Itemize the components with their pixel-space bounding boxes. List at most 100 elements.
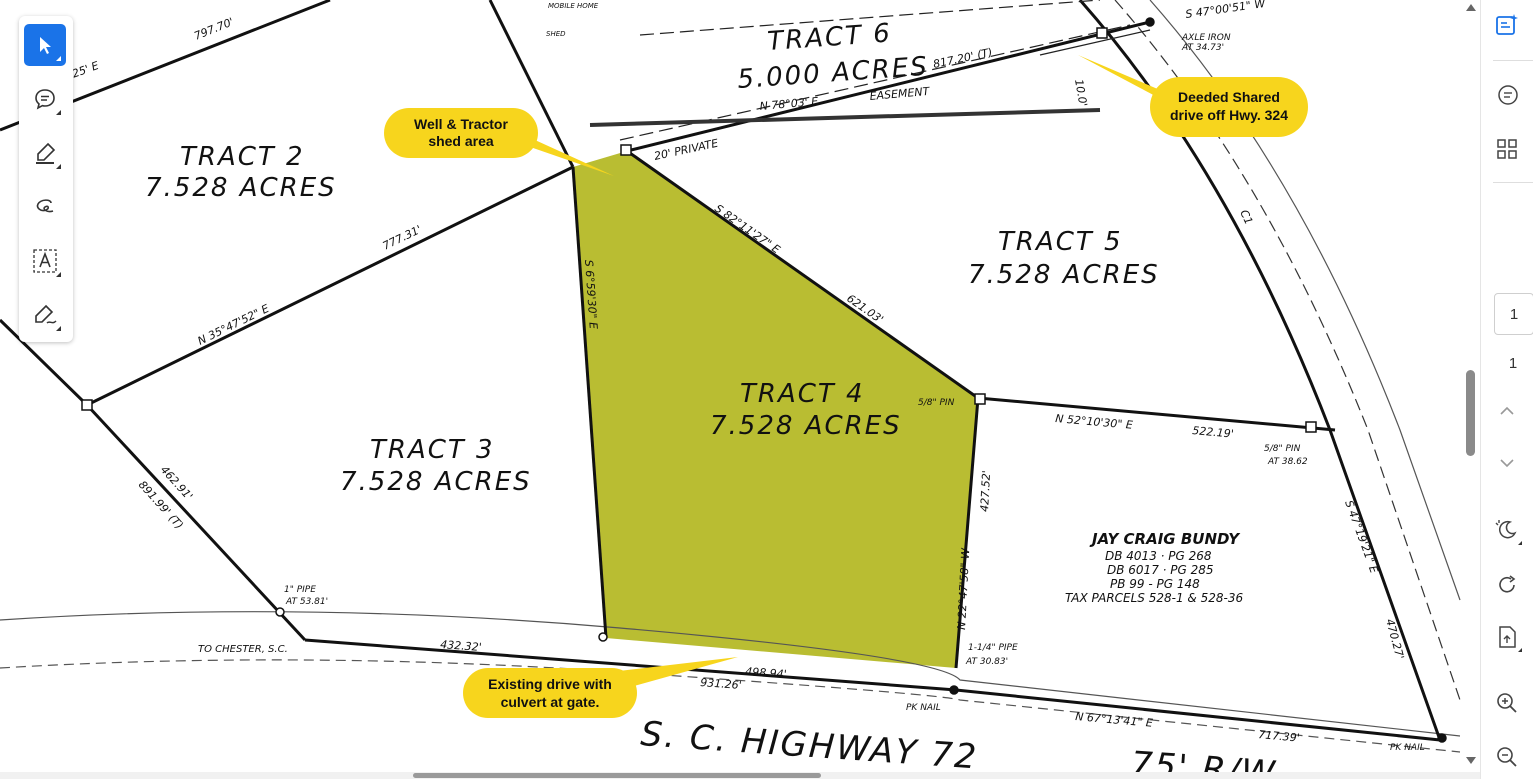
tract-4-acres: 7.528 ACRES [710, 411, 902, 441]
svg-text:AT 34.73': AT 34.73' [1181, 43, 1224, 53]
ai-assistant-icon [1496, 14, 1518, 35]
tool-submenu-indicator-icon [56, 326, 61, 331]
vertical-scroll-thumb[interactable] [1466, 370, 1475, 456]
text-box-icon [33, 249, 57, 273]
comments-panel-button[interactable] [1492, 80, 1522, 110]
survey-plat: TRACT 2 7.528 ACRES TRACT 3 7.528 ACRES … [0, 0, 1461, 772]
svg-text:1-1/4" PIPE: 1-1/4" PIPE [968, 643, 1018, 653]
svg-text:427.52': 427.52' [978, 470, 993, 512]
tool-submenu-indicator-icon [56, 164, 61, 169]
panel-divider [1493, 182, 1533, 183]
chevron-down-icon [1500, 459, 1514, 468]
comment-tool-button[interactable] [24, 78, 66, 120]
svg-text:SHED: SHED [546, 30, 566, 38]
comments-list-icon [1498, 85, 1518, 105]
cursor-arrow-icon [40, 37, 51, 54]
right-side-panel: 1 1 [1480, 0, 1533, 779]
comment-icon [35, 89, 55, 110]
horizontal-scroll-thumb[interactable] [413, 773, 821, 778]
horizontal-scrollbar[interactable] [0, 772, 1480, 779]
svg-text:C1: C1 [1237, 208, 1255, 227]
rotate-clockwise-icon [1499, 575, 1516, 593]
svg-text:Deeded Shared: Deeded Shared [1178, 89, 1280, 105]
tract-3-name: TRACT 3 [370, 435, 495, 465]
thumbnails-button[interactable] [1492, 134, 1522, 164]
zoom-out-button[interactable] [1492, 742, 1522, 772]
highway-row: 75' R/W [1129, 744, 1278, 772]
current-page-input[interactable]: 1 [1494, 293, 1533, 335]
tract-5-acres: 7.528 ACRES [968, 260, 1160, 290]
svg-text:Well & Tractor: Well & Tractor [414, 116, 508, 132]
svg-text:culvert at gate.: culvert at gate. [501, 694, 600, 710]
svg-text:Existing drive with: Existing drive with [488, 676, 612, 692]
svg-text:N 52°10'30" E: N 52°10'30" E [1055, 412, 1134, 432]
owner-line-1: DB 4013 · PG 268 [1105, 549, 1212, 563]
page-export-button[interactable] [1492, 622, 1522, 652]
highlight-tool-button[interactable] [24, 132, 66, 174]
previous-page-button[interactable] [1492, 396, 1522, 426]
rotate-button[interactable] [1492, 570, 1522, 600]
chevron-up-icon [1500, 406, 1514, 415]
svg-text:shed area: shed area [428, 133, 494, 149]
zoom-in-icon [1497, 693, 1517, 713]
svg-text:931.26': 931.26' [700, 676, 742, 692]
next-page-button[interactable] [1492, 448, 1522, 478]
vertical-scrollbar[interactable] [1462, 0, 1480, 772]
moon-sun-icon [1495, 520, 1517, 539]
svg-text:5/8" PIN: 5/8" PIN [1264, 444, 1301, 454]
svg-text:S 47°19'21" E: S 47°19'21" E [1342, 499, 1380, 575]
highlighter-icon [36, 142, 56, 164]
svg-text:717.39': 717.39' [1258, 728, 1300, 745]
freehand-draw-icon [36, 199, 54, 213]
signature-pen-icon [35, 304, 57, 324]
zoom-out-icon [1497, 747, 1517, 767]
grid-view-icon [1497, 139, 1517, 159]
document-viewport[interactable]: TRACT 2 7.528 ACRES TRACT 3 7.528 ACRES … [0, 0, 1462, 772]
tract-3-acres: 7.528 ACRES [340, 467, 532, 497]
tract-2-name: TRACT 2 [180, 142, 305, 172]
owner-line-3: PB 99 - PG 148 [1110, 577, 1200, 591]
tool-submenu-indicator-icon [1518, 541, 1522, 545]
svg-text:S 47°00'51" W: S 47°00'51" W [1185, 0, 1268, 21]
tract-4-name: TRACT 4 [740, 379, 865, 409]
svg-text:1" PIPE: 1" PIPE [284, 585, 316, 595]
svg-text:MOBILE HOME: MOBILE HOME [548, 2, 599, 10]
panel-divider [1493, 60, 1533, 61]
svg-text:N 67°13'41" E: N 67°13'41" E [1075, 710, 1154, 730]
svg-text:10.0': 10.0' [1072, 78, 1090, 107]
total-pages: 1 [1508, 355, 1518, 372]
svg-text:777.31': 777.31' [381, 223, 424, 253]
svg-text:PK NAIL: PK NAIL [906, 703, 941, 713]
owner-line-4: TAX PARCELS 528-1 & 528-36 [1065, 591, 1243, 605]
dark-mode-button[interactable] [1492, 515, 1522, 545]
tool-submenu-indicator-icon [56, 110, 61, 115]
callout-existing-drive: Existing drive with culvert at gate. [463, 657, 738, 718]
svg-text:AT 38.62: AT 38.62 [1267, 457, 1308, 467]
svg-text:N 78°03' E: N 78°03' E [759, 95, 819, 113]
owner-name: JAY CRAIG BUNDY [1089, 530, 1241, 548]
highway-name: S. C. HIGHWAY 72 [639, 714, 979, 772]
callout-deeded-drive: Deeded Shared drive off Hwy. 324 [1078, 55, 1308, 137]
tract-4-highlight [573, 151, 978, 668]
svg-text:AXLE IRON: AXLE IRON [1181, 33, 1231, 43]
ai-summary-button[interactable] [1492, 10, 1522, 40]
tool-submenu-indicator-icon [1518, 648, 1522, 652]
svg-text:522.19': 522.19' [1192, 424, 1234, 441]
owner-line-2: DB 6017 · PG 285 [1107, 563, 1214, 577]
svg-text:498.94': 498.94' [745, 665, 787, 681]
svg-text:AT 53.81': AT 53.81' [285, 597, 328, 607]
scroll-up-arrow-icon[interactable] [1466, 4, 1476, 11]
tract-2-acres: 7.528 ACRES [145, 173, 337, 203]
draw-tool-button[interactable] [24, 186, 66, 228]
svg-text:5/8" PIN: 5/8" PIN [918, 398, 955, 408]
sign-tool-button[interactable] [24, 294, 66, 336]
svg-text:N 35°47'52" E: N 35°47'52" E [196, 302, 272, 348]
svg-text:PK NAIL: PK NAIL [1390, 743, 1425, 753]
zoom-in-button[interactable] [1492, 688, 1522, 718]
scroll-down-arrow-icon[interactable] [1466, 757, 1476, 764]
svg-text:drive off Hwy. 324: drive off Hwy. 324 [1170, 107, 1288, 123]
text-box-tool-button[interactable] [24, 240, 66, 282]
file-export-icon [1499, 626, 1516, 648]
select-tool-button[interactable] [24, 24, 66, 66]
tract-5-name: TRACT 5 [998, 227, 1123, 257]
